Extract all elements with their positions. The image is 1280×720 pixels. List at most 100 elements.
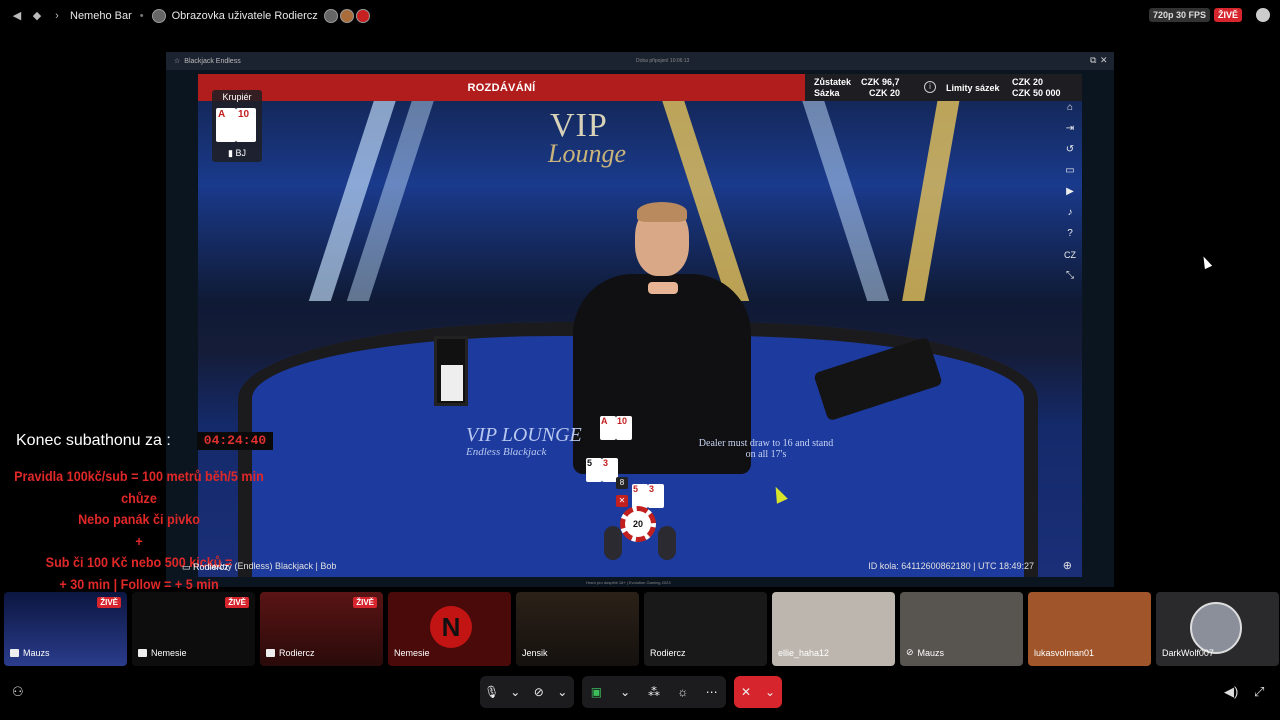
viewer-avatar — [355, 9, 370, 23]
felt-logo: VIP LOUNGE — [466, 424, 582, 446]
screen-share-icon — [266, 649, 275, 657]
netflix-logo: N — [430, 606, 472, 648]
live-badge: ŽIVĚ — [97, 597, 121, 608]
table-rule: Dealer must draw to 16 and stand on all … — [698, 438, 834, 460]
participant-name: lukasvolman01 — [1034, 648, 1095, 658]
dealer-card: A — [216, 108, 236, 142]
activities-icon[interactable]: ⁂ — [645, 685, 663, 699]
participant-tile[interactable]: ⊘ Mauzs — [900, 592, 1023, 666]
chevron-right-icon: › — [55, 10, 59, 22]
add-user-icon[interactable]: ⚇ — [12, 684, 24, 700]
live-badge: ŽIVĚ — [1213, 8, 1242, 22]
star-icon[interactable]: ☆ — [174, 57, 180, 65]
participant-name: Nemesie — [151, 648, 187, 658]
participant-tile[interactable]: ŽIVĚ Rodiercz — [260, 592, 383, 666]
participant-tile[interactable]: ellie_haha12 — [772, 592, 895, 666]
balance-panel: Zůstatek CZK 96,7 Sázka CZK 20 — [814, 77, 900, 99]
bet-chip[interactable]: 20 — [620, 506, 656, 542]
dealer-label: Krupiér — [222, 92, 252, 102]
server-name[interactable]: Nemeho Bar — [70, 10, 132, 22]
chevron-down-icon[interactable]: ⌄ — [553, 685, 571, 699]
rule-line: + — [135, 532, 143, 549]
quality-badge: 720p 30 FPS — [1148, 8, 1210, 22]
balance-value: CZK 96,7 — [861, 77, 900, 87]
chevron-down-icon[interactable]: ⌄ — [761, 685, 779, 699]
screen-share-icon[interactable]: ▣ — [587, 685, 605, 699]
separator-dot: • — [139, 10, 144, 22]
connection-time: Doba připojení 10:06:13 — [636, 58, 690, 64]
video-icon[interactable]: ▶ — [1064, 186, 1076, 198]
volume-icon[interactable]: ◀) — [1224, 684, 1238, 700]
dealer-table-card: A — [600, 416, 616, 440]
participant-name: Mauzs — [23, 648, 50, 658]
user-avatar — [151, 9, 166, 23]
chevron-down-icon[interactable]: ⌄ — [506, 685, 524, 699]
bet-value: CZK 20 — [869, 88, 901, 98]
participant-tile[interactable]: ŽIVĚ Mauzs — [4, 592, 127, 666]
countdown-timer: 04:24:40 — [197, 432, 273, 450]
player-card: 3 — [648, 484, 664, 508]
game-side-toolbar: ⌂ ⇥ ↺ ▭ ▶ ♪ ? CZ ⤡ — [1060, 102, 1080, 282]
sound-icon[interactable]: ♪ — [1064, 207, 1076, 219]
hand-total: 8 — [616, 477, 628, 489]
restore-icon[interactable]: ⧉ — [1090, 55, 1096, 66]
chat-icon[interactable]: ▭ — [1064, 165, 1076, 177]
round-status: ROZDÁVÁNÍ — [198, 74, 805, 101]
screen-share-icon — [138, 649, 147, 657]
shared-screen: ☆ Blackjack Endless Doba připojení 10:06… — [166, 52, 1114, 587]
stream-info: 720p 30 FPS ŽIVĚ — [1148, 8, 1270, 22]
stop-share-icon[interactable]: ✕ — [737, 685, 755, 699]
screen-icon: ▭ — [182, 562, 191, 572]
cards-icon: ▮ — [228, 148, 233, 158]
dealer-video — [553, 174, 773, 474]
window-title: Blackjack Endless — [184, 57, 241, 65]
history-icon[interactable]: ↺ — [1064, 144, 1076, 156]
stop-stream-button[interactable]: ✕ ⌄ — [734, 676, 782, 708]
exit-fullscreen-icon[interactable]: ⤢ — [1254, 684, 1264, 700]
blackjack-label: ▮ BJ — [228, 148, 246, 158]
speaker-icon[interactable]: ◀ — [10, 9, 24, 23]
dealer-table-card: 10 — [616, 416, 632, 440]
rule-line: Pravidla 100kč/sub = 100 metrů běh/5 min… — [14, 468, 264, 506]
fullscreen-icon[interactable]: ⤡ — [1064, 270, 1076, 282]
participant-tile[interactable]: Rodiercz — [644, 592, 767, 666]
streamer-name: ▭ Rodiercz — [182, 562, 229, 572]
player-card: 5 — [632, 484, 648, 508]
more-icon[interactable]: ⋯ — [703, 685, 721, 699]
participant-name: Rodiercz — [650, 648, 686, 658]
mouse-cursor — [1199, 254, 1213, 270]
chat-icon[interactable] — [1256, 8, 1270, 22]
language-button[interactable]: CZ — [1064, 249, 1076, 261]
zoom-icon[interactable]: ⊕ — [1063, 559, 1072, 572]
mic-icon[interactable]: 🎙 — [483, 685, 501, 699]
avatar — [1190, 602, 1242, 654]
participant-name: DarkWolf007 — [1162, 648, 1214, 658]
fine-print: Hraní pro dospělé 18+ | Evolution Gaming… — [586, 580, 671, 585]
close-icon[interactable]: ✕ — [1100, 55, 1108, 66]
bet-label: Sázka — [814, 88, 840, 98]
participant-tile[interactable]: Jensik — [516, 592, 639, 666]
participant-tile[interactable]: lukasvolman01 — [1028, 592, 1151, 666]
live-badge: ŽIVĚ — [225, 597, 249, 608]
felt-subtitle: Endless Blackjack — [466, 446, 547, 458]
camera-off-icon[interactable]: ⊘ — [530, 685, 548, 699]
server-icon[interactable]: ◆ — [30, 9, 44, 23]
viewer-avatar — [323, 9, 338, 23]
soundboard-icon[interactable]: ☼ — [674, 685, 692, 699]
live-badge: ŽIVĚ — [353, 597, 377, 608]
participant-tile[interactable]: ŽIVĚ Nemesie — [132, 592, 255, 666]
bust-marker: ✕ — [616, 495, 628, 507]
game-status-bar: ROZDÁVÁNÍ Zůstatek CZK 96,7 Sázka CZK 20… — [198, 74, 1082, 101]
home-icon[interactable]: ⌂ — [1064, 102, 1076, 114]
top-bar: ◀ ◆ › Nemeho Bar • Obrazovka uživatele R… — [0, 0, 1280, 32]
limits-values: CZK 20 CZK 50 000 — [1012, 77, 1061, 99]
chevron-down-icon[interactable]: ⌄ — [616, 685, 634, 699]
info-icon[interactable]: i — [924, 81, 936, 93]
participant-tile[interactable]: N Nemesie — [388, 592, 511, 666]
limit-max: CZK 50 000 — [1012, 88, 1061, 98]
exit-icon[interactable]: ⇥ — [1064, 123, 1076, 135]
help-icon[interactable]: ? — [1064, 228, 1076, 240]
limits-label[interactable]: Limity sázek — [946, 83, 1000, 93]
participant-tile[interactable]: DarkWolf007 — [1156, 592, 1279, 666]
balance-label: Zůstatek — [814, 77, 852, 87]
